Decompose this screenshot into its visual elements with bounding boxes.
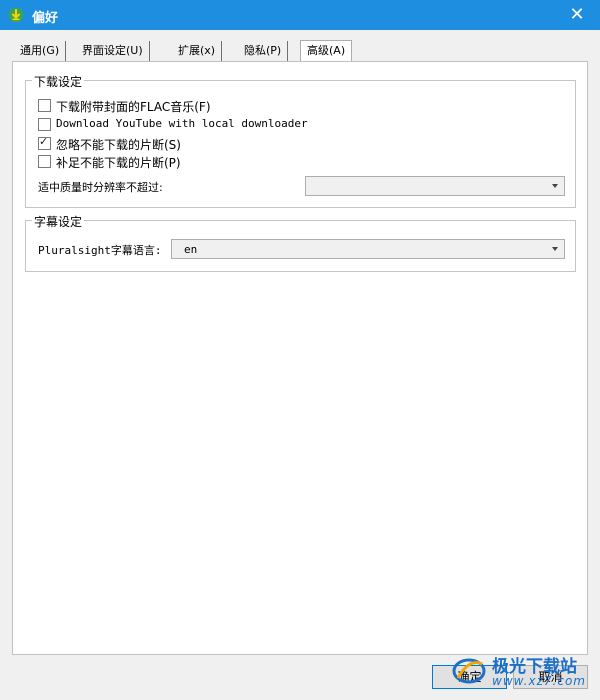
- subtitle-language-label: Pluralsight字幕语言:: [38, 244, 162, 257]
- tab-interface[interactable]: 界面设定(U): [76, 41, 150, 61]
- chevron-down-icon: [552, 184, 558, 188]
- close-icon: ✕: [569, 4, 585, 25]
- subtitle-settings-group: 字幕设定 Pluralsight字幕语言: en: [25, 213, 576, 272]
- option-label: Download YouTube with local downloader: [56, 117, 308, 130]
- site-watermark: 极光下载站 www.xz7.com: [452, 652, 592, 692]
- option-label: 下载附带封面的FLAC音乐(F): [56, 100, 211, 114]
- preferences-window: 偏好 ✕ 通用(G) 界面设定(U) 扩展(x) 隐私(P) 高级(A) 下载设…: [0, 0, 600, 700]
- download-settings-group: 下载设定 下载附带封面的FLAC音乐(F) Download YouTube w…: [25, 73, 576, 208]
- tab-general[interactable]: 通用(G): [14, 41, 67, 61]
- window-title: 偏好: [32, 11, 59, 26]
- resolution-select[interactable]: [305, 176, 565, 196]
- resolution-label: 适中质量时分辨率不超过:: [38, 181, 163, 194]
- option-label: 忽略不能下载的片断(S): [56, 138, 181, 152]
- tab-privacy[interactable]: 隐私(P): [238, 41, 289, 61]
- chevron-down-icon: [552, 247, 558, 251]
- checkbox-checked[interactable]: [38, 135, 51, 150]
- watermark-logo-icon: [452, 658, 486, 684]
- subtitle-language-select[interactable]: en: [171, 239, 565, 259]
- download-settings-title: 下载设定: [32, 73, 85, 90]
- watermark-url: www.xz7.com: [492, 674, 586, 688]
- tab-advanced[interactable]: 高级(A): [300, 40, 353, 63]
- checkbox[interactable]: [38, 155, 51, 168]
- tab-extensions[interactable]: 扩展(x): [172, 41, 223, 61]
- checkbox[interactable]: [38, 118, 51, 131]
- option-label: 补足不能下载的片断(P): [56, 156, 181, 170]
- subtitle-language-value: en: [184, 243, 198, 256]
- advanced-tab-panel: 下载设定 下载附带封面的FLAC音乐(F) Download YouTube w…: [12, 61, 588, 655]
- app-download-icon: [8, 7, 24, 23]
- close-button[interactable]: ✕: [554, 0, 600, 30]
- checkbox[interactable]: [38, 99, 51, 112]
- subtitle-settings-title: 字幕设定: [32, 213, 85, 230]
- title-bar: 偏好 ✕: [0, 0, 600, 30]
